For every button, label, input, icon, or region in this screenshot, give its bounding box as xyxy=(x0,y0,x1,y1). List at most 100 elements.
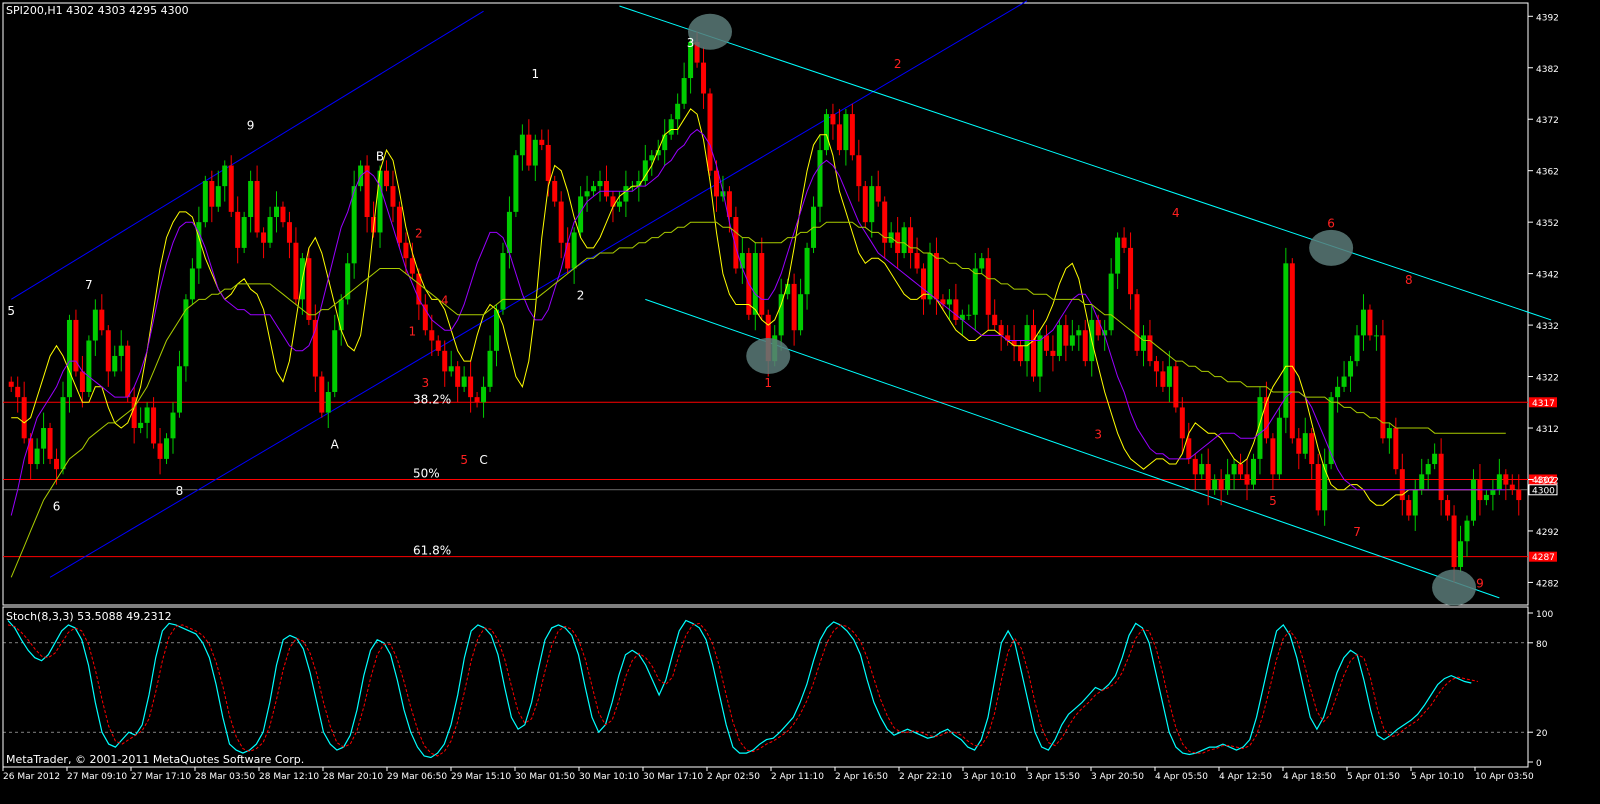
bull-candle xyxy=(739,253,745,269)
stoch-y-tick-label: 0 xyxy=(1536,759,1542,769)
stoch-y-tick-label: 80 xyxy=(1536,640,1548,650)
y-tick-label: 4322 xyxy=(1536,374,1559,384)
bear-candle xyxy=(558,201,564,243)
bull-candle xyxy=(1496,474,1502,490)
bear-candle xyxy=(791,283,797,331)
y-tick-label: 4292 xyxy=(1536,528,1559,538)
wave-label: 3 xyxy=(1094,427,1102,441)
bear-candle xyxy=(1238,464,1244,475)
bear-candle xyxy=(293,242,299,300)
bear-candle xyxy=(539,139,545,145)
bull-candle xyxy=(1302,433,1308,454)
bear-candle xyxy=(1296,438,1302,454)
bear-candle xyxy=(1186,438,1192,459)
bull-candle xyxy=(901,227,907,254)
bull-candle xyxy=(817,150,823,207)
bear-candle xyxy=(875,186,881,202)
wave-label: 2 xyxy=(577,288,585,302)
bull-candle xyxy=(1037,335,1043,377)
wave-label: 3 xyxy=(687,36,695,50)
wave-label: C xyxy=(479,453,487,467)
bull-candle xyxy=(189,268,195,300)
bull-candle xyxy=(1225,474,1231,490)
bull-candle xyxy=(1464,520,1470,542)
bear-candle xyxy=(1018,345,1024,362)
bear-candle xyxy=(254,180,260,233)
wave-label: 8 xyxy=(1405,273,1413,287)
bear-candle xyxy=(99,309,105,331)
bull-candle xyxy=(798,294,804,331)
chart-canvas[interactable]: 38.2%50%61.8%4317430243004287 56789ABC12… xyxy=(0,0,1600,800)
copyright-footer: MetaTrader, © 2001-2011 MetaQuotes Softw… xyxy=(6,753,304,766)
wave-label: 2 xyxy=(415,227,423,241)
x-tick-label: 28 Mar 20:10 xyxy=(323,772,383,782)
wave-label: 1 xyxy=(764,376,772,390)
x-tick-label: 29 Mar 06:50 xyxy=(387,772,447,782)
highlight-circle xyxy=(688,13,733,50)
bear-candle xyxy=(1399,469,1405,501)
bull-candle xyxy=(1412,489,1418,516)
bear-candle xyxy=(953,299,959,320)
bear-candle xyxy=(914,253,920,269)
bear-candle xyxy=(209,180,215,207)
wave-label: 5 xyxy=(1269,494,1277,508)
bear-candle xyxy=(1309,433,1315,465)
y-tick-label: 4392 xyxy=(1536,13,1559,23)
bear-candle xyxy=(830,114,836,125)
bull-candle xyxy=(170,412,176,439)
bear-candle xyxy=(429,330,435,341)
bear-candle xyxy=(1451,515,1457,567)
bull-candle xyxy=(377,170,383,233)
bull-candle xyxy=(338,299,344,331)
wave-label: 4 xyxy=(1172,206,1180,220)
price-tag-label: 4317 xyxy=(1532,399,1555,409)
wave-label: B xyxy=(376,149,384,163)
y-tick-label: 4372 xyxy=(1536,116,1559,126)
bear-candle xyxy=(1367,309,1373,336)
bull-candle xyxy=(248,180,254,218)
bear-candle xyxy=(856,155,862,187)
bull-candle xyxy=(222,165,228,187)
bull-candle xyxy=(1341,376,1347,387)
bear-candle xyxy=(468,376,474,398)
bear-candle xyxy=(403,242,409,259)
bear-candle xyxy=(526,134,532,166)
trading-chart[interactable]: 38.2% 50% 61.8% 4317 4302 4300 4287 56789ABC12… xyxy=(0,0,1600,800)
bear-candle xyxy=(286,222,292,243)
wave-label: 8 xyxy=(176,484,184,498)
bear-candle xyxy=(1082,330,1088,362)
bull-candle xyxy=(1276,417,1282,475)
bear-candle xyxy=(707,93,713,171)
bull-candle xyxy=(1373,335,1379,337)
wave-label: 7 xyxy=(1353,525,1361,539)
x-tick-label: 2 Apr 22:10 xyxy=(899,772,952,782)
x-tick-label: 30 Mar 10:10 xyxy=(579,772,639,782)
x-tick-label: 2 Apr 02:50 xyxy=(707,772,760,782)
bull-candle xyxy=(1470,479,1476,521)
x-tick-label: 2 Apr 11:10 xyxy=(771,772,824,782)
bear-candle xyxy=(1289,263,1295,439)
wave-label: 7 xyxy=(85,278,93,292)
bear-candle xyxy=(603,180,609,197)
wave-label: 1 xyxy=(531,67,539,81)
bear-candle xyxy=(455,366,461,387)
bear-candle xyxy=(1406,500,1412,516)
wave-label: 3 xyxy=(422,376,430,390)
bull-candle xyxy=(274,206,280,218)
bear-candle xyxy=(1128,247,1134,295)
bear-candle xyxy=(1050,350,1056,356)
bull-candle xyxy=(1348,361,1354,377)
bull-candle xyxy=(597,180,603,187)
bull-candle xyxy=(584,191,590,197)
bear-candle xyxy=(1244,474,1250,485)
bear-candle xyxy=(908,227,914,254)
wave-label: 5 xyxy=(460,453,468,467)
bull-candle xyxy=(843,114,849,151)
y-tick-label: 4362 xyxy=(1536,168,1559,178)
chart-background xyxy=(0,0,1600,800)
bull-candle xyxy=(591,186,597,192)
y-tick-label: 4302 xyxy=(1536,476,1559,486)
bull-candle xyxy=(1141,335,1146,351)
bull-candle xyxy=(1483,494,1489,501)
wave-label: 6 xyxy=(53,499,61,513)
